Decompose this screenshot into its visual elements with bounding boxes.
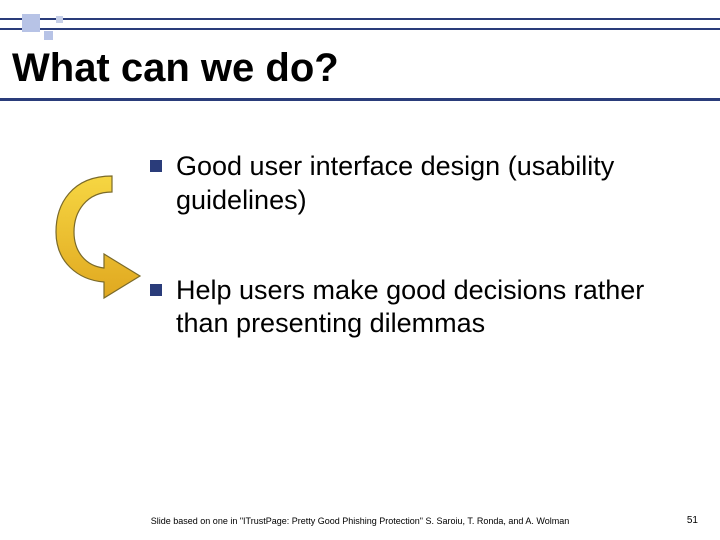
page-number: 51 (687, 515, 698, 526)
decor-square-icon (56, 16, 63, 23)
bullet-text: Good user interface design (usability gu… (176, 150, 680, 218)
footer-citation: Slide based on one in "ITrustPage: Prett… (0, 516, 720, 526)
decor-square-icon (22, 14, 40, 32)
list-item: Good user interface design (usability gu… (150, 150, 680, 218)
slide-top-decoration (0, 18, 720, 46)
bullet-text: Help users make good decisions rather th… (176, 274, 680, 342)
curved-arrow-icon (52, 170, 148, 300)
decor-line (0, 18, 720, 20)
bullet-square-icon (150, 284, 162, 296)
decor-line (0, 28, 720, 30)
decor-square-icon (44, 31, 53, 40)
list-item: Help users make good decisions rather th… (150, 274, 680, 342)
slide-title: What can we do? (12, 46, 339, 91)
title-underline (0, 98, 720, 101)
bullet-square-icon (150, 160, 162, 172)
slide-content: Good user interface design (usability gu… (150, 150, 680, 397)
